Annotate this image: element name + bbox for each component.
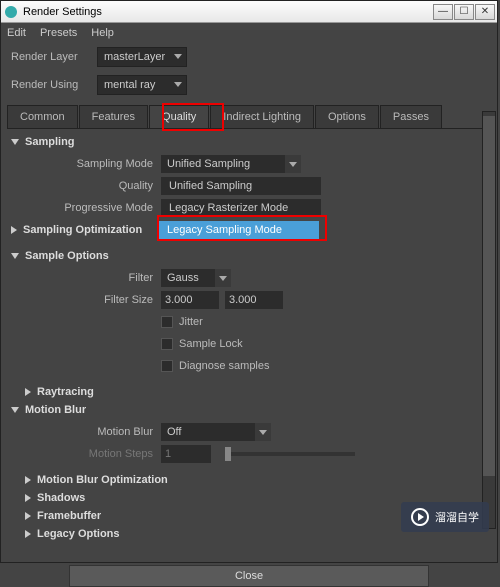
menu-presets[interactable]: Presets bbox=[40, 27, 77, 39]
chevron-down-icon bbox=[11, 253, 19, 259]
chevron-down-icon bbox=[215, 269, 231, 287]
shadows-label: Shadows bbox=[37, 492, 85, 504]
motion-blur-value: Off bbox=[167, 426, 181, 438]
section-sample-options[interactable]: Sample Options bbox=[1, 247, 497, 265]
window-title: Render Settings bbox=[23, 6, 432, 18]
section-motion-blur[interactable]: Motion Blur bbox=[1, 401, 497, 419]
section-motion-blur-optimization[interactable]: Motion Blur Optimization bbox=[1, 471, 497, 489]
chevron-down-icon bbox=[255, 423, 271, 441]
chevron-right-icon bbox=[11, 226, 17, 234]
dropdown-option-legacy-rasterizer[interactable]: Legacy Rasterizer Mode bbox=[161, 199, 321, 217]
jitter-label: Jitter bbox=[179, 316, 203, 328]
scrollbar-thumb[interactable] bbox=[483, 116, 495, 476]
filter-width-input[interactable] bbox=[161, 291, 219, 309]
dropdown-quality-label: Quality bbox=[11, 180, 161, 192]
chevron-down-icon bbox=[174, 54, 182, 59]
render-using-dropdown[interactable]: mental ray bbox=[97, 75, 187, 95]
watermark-text: 溜溜自学 bbox=[435, 509, 479, 525]
render-layer-value: masterLayer bbox=[104, 51, 165, 63]
dropdown-progressive-label: Progressive Mode bbox=[11, 202, 161, 214]
filter-label: Filter bbox=[11, 272, 161, 284]
sample-lock-checkbox[interactable] bbox=[161, 338, 173, 350]
minimize-button[interactable]: — bbox=[433, 4, 453, 20]
slider-thumb[interactable] bbox=[225, 447, 231, 461]
menu-edit[interactable]: Edit bbox=[7, 27, 26, 39]
diagnose-checkbox[interactable] bbox=[161, 360, 173, 372]
chevron-down-icon bbox=[174, 82, 182, 87]
menubar: Edit Presets Help bbox=[1, 23, 497, 43]
menu-help[interactable]: Help bbox=[91, 27, 114, 39]
tab-indirect-lighting[interactable]: Indirect Lighting bbox=[210, 105, 314, 128]
sampling-mode-value: Unified Sampling bbox=[167, 158, 250, 170]
section-sampling-label: Sampling bbox=[25, 136, 75, 148]
motion-blur-dropdown[interactable]: Off bbox=[161, 423, 271, 441]
motion-steps-slider[interactable] bbox=[225, 452, 355, 456]
tab-quality[interactable]: Quality bbox=[149, 105, 209, 128]
chevron-right-icon bbox=[25, 494, 31, 502]
motion-steps-input[interactable] bbox=[161, 445, 211, 463]
section-sample-options-label: Sample Options bbox=[25, 250, 109, 262]
render-layer-label: Render Layer bbox=[11, 51, 91, 63]
filter-value: Gauss bbox=[167, 272, 199, 284]
tab-common[interactable]: Common bbox=[7, 105, 78, 128]
sampling-optimization-label: Sampling Optimization bbox=[23, 224, 142, 236]
jitter-checkbox[interactable] bbox=[161, 316, 173, 328]
render-using-value: mental ray bbox=[104, 79, 155, 91]
motion-blur-opt-label: Motion Blur Optimization bbox=[37, 474, 168, 486]
chevron-right-icon bbox=[25, 512, 31, 520]
chevron-down-icon bbox=[11, 407, 19, 413]
filter-size-label: Filter Size bbox=[11, 294, 161, 306]
motion-blur-label: Motion Blur bbox=[25, 404, 86, 416]
close-window-button[interactable]: ✕ bbox=[475, 4, 495, 20]
filter-dropdown[interactable]: Gauss bbox=[161, 269, 231, 287]
chevron-right-icon bbox=[25, 476, 31, 484]
motion-steps-label: Motion Steps bbox=[11, 448, 161, 460]
diagnose-label: Diagnose samples bbox=[179, 360, 270, 372]
filter-height-input[interactable] bbox=[225, 291, 283, 309]
app-icon bbox=[3, 4, 19, 20]
chevron-down-icon bbox=[11, 139, 19, 145]
titlebar: Render Settings — ☐ ✕ bbox=[1, 1, 497, 23]
sampling-mode-label: Sampling Mode bbox=[11, 158, 161, 170]
dropdown-option-legacy-sampling[interactable]: Legacy Sampling Mode bbox=[159, 221, 319, 239]
section-sampling-optimization[interactable]: Sampling Optimization bbox=[11, 224, 169, 236]
legacy-options-label: Legacy Options bbox=[37, 528, 120, 540]
play-icon bbox=[411, 508, 429, 526]
render-layer-dropdown[interactable]: masterLayer bbox=[97, 47, 187, 67]
tab-options[interactable]: Options bbox=[315, 105, 379, 128]
scrollbar[interactable] bbox=[482, 111, 496, 529]
watermark: 溜溜自学 bbox=[401, 502, 489, 532]
dropdown-option-unified[interactable]: Unified Sampling bbox=[161, 177, 321, 195]
content-panel: Sampling Sampling Mode Unified Sampling … bbox=[1, 129, 497, 559]
sample-lock-label: Sample Lock bbox=[179, 338, 243, 350]
sampling-mode-dropdown[interactable]: Unified Sampling bbox=[161, 155, 301, 173]
tab-passes[interactable]: Passes bbox=[380, 105, 442, 128]
chevron-down-icon bbox=[285, 155, 301, 173]
tabs: Common Features Quality Indirect Lightin… bbox=[7, 105, 491, 129]
chevron-right-icon bbox=[25, 388, 31, 396]
tab-features[interactable]: Features bbox=[79, 105, 148, 128]
section-sampling[interactable]: Sampling bbox=[1, 133, 497, 151]
close-button[interactable]: Close bbox=[69, 565, 429, 587]
motion-blur-field-label: Motion Blur bbox=[11, 426, 161, 438]
section-raytracing[interactable]: Raytracing bbox=[1, 383, 497, 401]
framebuffer-label: Framebuffer bbox=[37, 510, 101, 522]
raytracing-label: Raytracing bbox=[37, 386, 94, 398]
maximize-button[interactable]: ☐ bbox=[454, 4, 474, 20]
chevron-right-icon bbox=[25, 530, 31, 538]
render-using-label: Render Using bbox=[11, 79, 91, 91]
